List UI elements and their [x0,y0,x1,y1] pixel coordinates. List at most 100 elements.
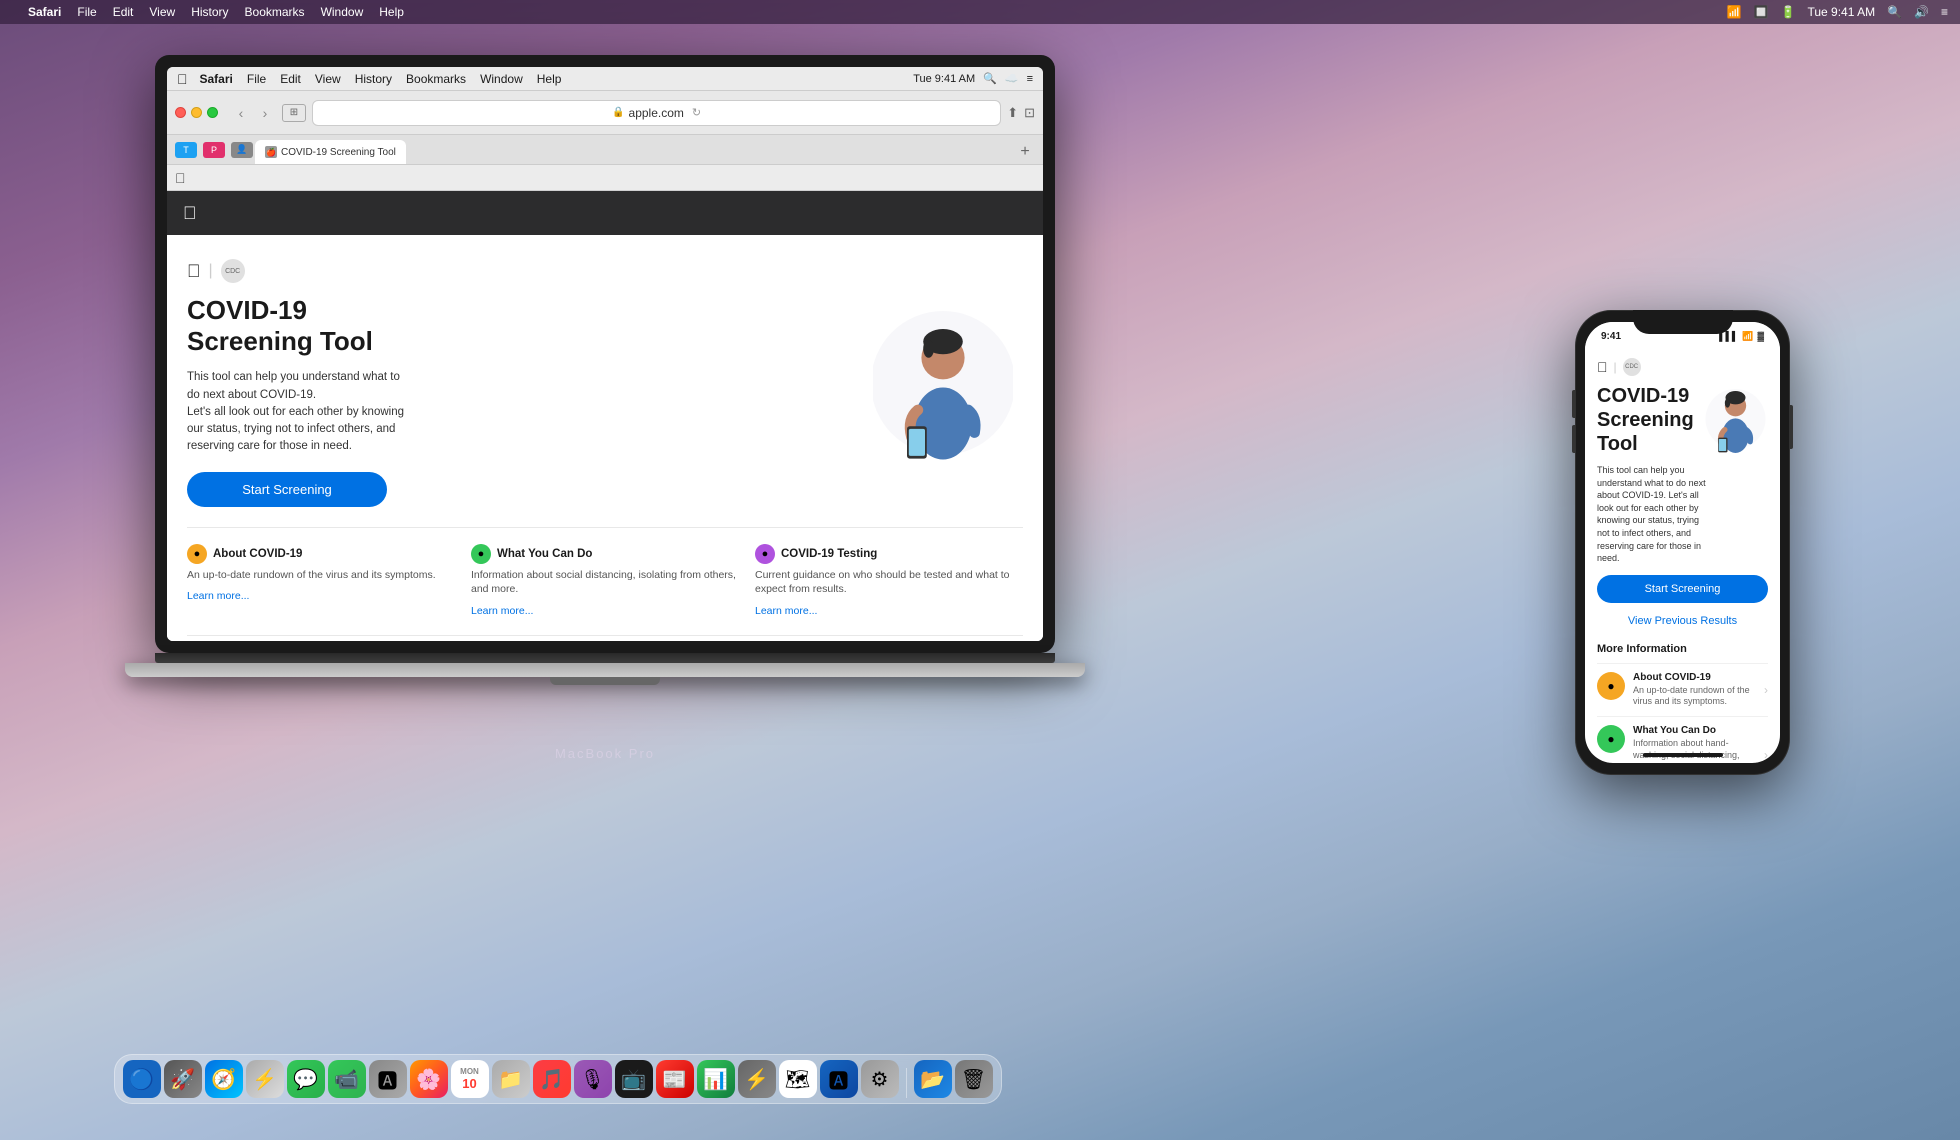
covid-testing-link[interactable]: Learn more... [755,605,817,617]
power-button[interactable] [1790,405,1793,449]
help-menu[interactable]: Help [379,5,404,19]
file-menu[interactable]: File [77,5,96,19]
activity-icon[interactable]: ⚡ [246,1060,284,1098]
podcasts-icon[interactable]: 🎙 [574,1060,612,1098]
system-prefs-icon[interactable]: ⚙ [861,1060,899,1098]
iphone-body: 9:41 ▌▌▌ 📶 ▓  | CDC [1575,310,1790,775]
iphone-view-previous-button[interactable]: View Previous Results [1597,609,1768,633]
finder-icon[interactable]: 🔵 [123,1060,161,1098]
sidebar-toggle[interactable]: ⊞ [282,104,306,122]
covid-title-line1: COVID-19 [187,295,307,325]
safari-window: ‹ › ⊞ 🔒 apple.com ↻ ⬆ ⊡ [167,91,1043,641]
history-menu[interactable]: History [191,5,228,19]
safari-menu-item[interactable]: Safari [200,72,233,86]
bookmarks-menu-item[interactable]: Bookmarks [406,72,466,86]
what-you-can-do-header: ● What You Can Do [471,544,739,564]
calendar-icon[interactable]: MON 10 [451,1060,489,1098]
volume-up-button[interactable] [1572,390,1575,418]
iphone-whatcando-text: What You Can Do Information about hand-w… [1633,725,1756,763]
apple-bookmark[interactable]:  [175,170,186,186]
apple-bookmark-icon:  [175,170,186,186]
logo-divider: | [209,262,213,280]
pinterest-pin[interactable]: P [203,142,225,158]
what-you-can-do-text: Information about social distancing, iso… [471,568,739,597]
tab-title: COVID-19 Screening Tool [281,147,396,158]
macbook-hinge [155,653,1055,663]
new-tab-button[interactable]: + [1015,142,1035,162]
messages-icon[interactable]: 💬 [287,1060,325,1098]
reload-icon[interactable]: ↻ [692,106,701,119]
siri-icon[interactable]: 🔊 [1914,5,1929,19]
edit-menu[interactable]: Edit [113,5,134,19]
person-illustration [873,293,1013,473]
address-bar[interactable]: 🔒 apple.com ↻ [312,100,1001,126]
edit-menu-item[interactable]: Edit [280,72,301,86]
dock-container: 🔵 🚀 🧭 ⚡ 💬 📹 🅰 🌸 MON 10 📁 🎵 🎙 📺 📰 📊 ⚡ 🗺 🅰… [155,1054,960,1104]
app-store2-icon[interactable]: 🅰 [820,1060,858,1098]
window-menu-item[interactable]: Window [480,72,523,86]
new-tab-icon[interactable]: ⊡ [1024,105,1035,121]
close-button[interactable] [175,107,186,118]
search-menubar[interactable]: 🔍 [983,72,997,85]
wifi-status-icon: 📶 [1742,331,1753,342]
tab-bar: T P 👤 🍎 COVID-19 Screening Tool + [167,135,1043,165]
numbers-icon[interactable]: 📊 [697,1060,735,1098]
iphone-apple-logo:  [1597,359,1608,375]
pin3[interactable]: 👤 [231,142,253,158]
safari-menu[interactable]: Safari [28,5,61,19]
share-icon[interactable]: ⬆ [1007,105,1018,121]
iphone-person-svg [1703,379,1768,459]
bookmarks-menu[interactable]: Bookmarks [245,5,305,19]
info-cards-section: ● About COVID-19 An up-to-date rundown o… [187,527,1023,635]
facetime-icon[interactable]: 📹 [328,1060,366,1098]
file-menu-item[interactable]: File [247,72,266,86]
iphone-about-title: About COVID-19 [1633,672,1756,683]
files-icon[interactable]: 📁 [492,1060,530,1098]
forward-button[interactable]: › [254,102,276,124]
tab-covid[interactable]: 🍎 COVID-19 Screening Tool [255,140,406,164]
volume-down-button[interactable] [1572,425,1575,453]
minimize-button[interactable] [191,107,202,118]
launchpad-icon[interactable]: 🚀 [164,1060,202,1098]
iphone-title-area: COVID-19 Screening Tool [1597,384,1768,565]
twitter-pin[interactable]: T [175,142,197,158]
view-menu[interactable]: View [149,5,175,19]
help-menu-item[interactable]: Help [537,72,562,86]
safari-dock-icon[interactable]: 🧭 [205,1060,243,1098]
news-icon[interactable]: 📰 [656,1060,694,1098]
about-covid-link[interactable]: Learn more... [187,590,249,602]
history-menu-item[interactable]: History [355,72,392,86]
iphone-cdc-text: CDC [1625,364,1638,370]
app-store-icon[interactable]: 🅰 [369,1060,407,1098]
macos-menu-bar: Safari File Edit View History Bookmarks … [0,0,1960,24]
what-you-can-do-link[interactable]: Learn more... [471,605,533,617]
tv-icon[interactable]: 📺 [615,1060,653,1098]
apple-logo-nav:  [183,203,197,224]
iphone-whatcando-title: What You Can Do [1633,725,1756,736]
search-icon[interactable]: 🔍 [1887,5,1902,19]
iphone-about-covid-row[interactable]: ● About COVID-19 An up-to-date rundown o… [1597,663,1768,716]
iphone-person-illustration [1703,379,1768,459]
window-menu[interactable]: Window [321,5,364,19]
trash-icon[interactable]: 🗑 [955,1060,993,1098]
photos-icon[interactable]: 🌸 [410,1060,448,1098]
back-button[interactable]: ‹ [230,102,252,124]
list-icon[interactable]: ≡ [1027,73,1033,85]
iphone-time: 9:41 [1601,331,1621,342]
finder2-icon[interactable]: 📂 [914,1060,952,1098]
apple-logo-menubar:  [177,71,188,87]
start-screening-button[interactable]: Start Screening [187,472,387,507]
control-center-icon[interactable]: 🔲 [1754,5,1769,19]
control-strips-icon[interactable]: ≡ [1941,5,1948,19]
iphone-title: COVID-19 Screening Tool [1597,384,1707,456]
siri-menubar[interactable]: ☁️ [1005,72,1019,85]
fullscreen-button[interactable] [207,107,218,118]
maps-icon[interactable]: 🗺 [779,1060,817,1098]
iphone-title-line1: COVID-19 [1597,385,1689,407]
music-icon[interactable]: 🎵 [533,1060,571,1098]
view-menu-item[interactable]: View [315,72,341,86]
privacy-section: Our Commitment to Privacy Apple is not c… [187,635,1023,641]
spotlight-icon[interactable]: ⚡ [738,1060,776,1098]
iphone-about-icon: ● [1597,672,1625,700]
iphone-start-screening-button[interactable]: Start Screening [1597,575,1768,603]
